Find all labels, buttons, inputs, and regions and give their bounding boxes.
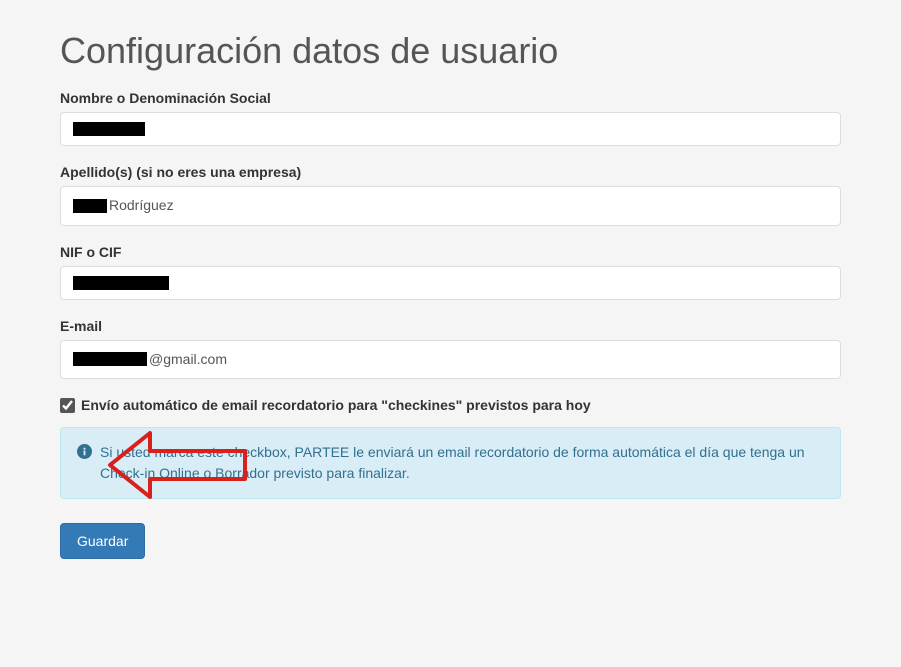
label-nif: NIF o CIF xyxy=(60,244,841,260)
info-circle-icon xyxy=(77,442,92,459)
checkbox-label-auto-email: Envío automático de email recordatorio p… xyxy=(81,397,591,413)
info-alert-text: Si usted marca este checkbox, PARTEE le … xyxy=(100,442,824,484)
checkbox-row-auto-email: Envío automático de email recordatorio p… xyxy=(60,397,841,413)
checkbox-auto-email[interactable] xyxy=(60,398,75,413)
input-email-suffix: @gmail.com xyxy=(149,350,227,370)
redacted-surname xyxy=(73,199,107,213)
input-surname[interactable]: Rodríguez xyxy=(60,186,841,226)
input-surname-suffix: Rodríguez xyxy=(109,196,174,216)
label-surname: Apellido(s) (si no eres una empresa) xyxy=(60,164,841,180)
redacted-nif xyxy=(73,276,169,290)
field-name: Nombre o Denominación Social xyxy=(60,90,841,146)
save-button[interactable]: Guardar xyxy=(60,523,145,559)
redacted-email xyxy=(73,352,147,366)
label-email: E-mail xyxy=(60,318,841,334)
input-name[interactable] xyxy=(60,112,841,146)
field-nif: NIF o CIF xyxy=(60,244,841,300)
input-email[interactable]: @gmail.com xyxy=(60,340,841,380)
redacted-name xyxy=(73,122,145,136)
input-nif[interactable] xyxy=(60,266,841,300)
info-alert: Si usted marca este checkbox, PARTEE le … xyxy=(60,427,841,499)
field-email: E-mail @gmail.com xyxy=(60,318,841,380)
label-name: Nombre o Denominación Social xyxy=(60,90,841,106)
page-title: Configuración datos de usuario xyxy=(60,30,841,72)
field-surname: Apellido(s) (si no eres una empresa) Rod… xyxy=(60,164,841,226)
